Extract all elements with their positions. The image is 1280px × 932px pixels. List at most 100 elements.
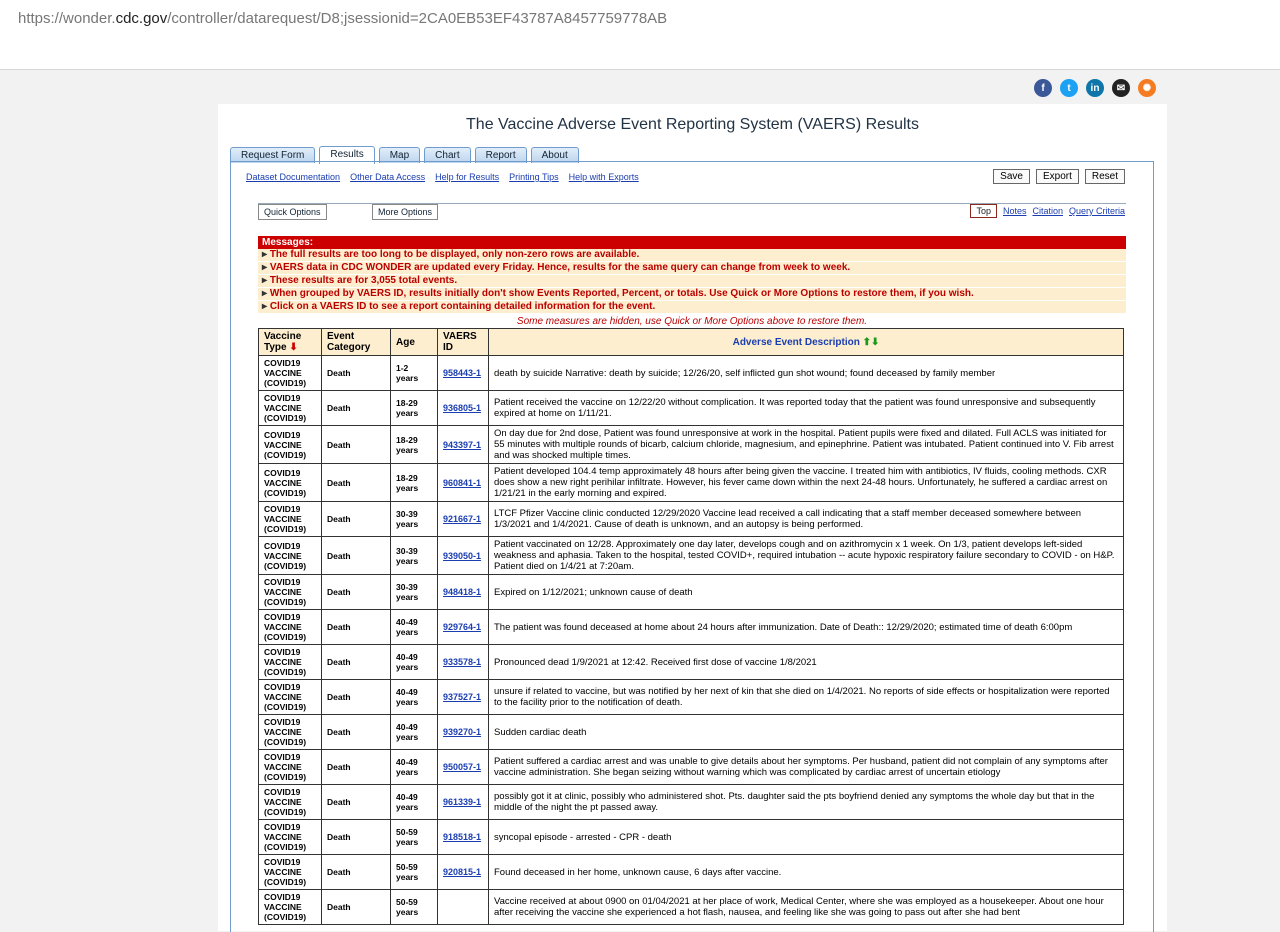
vaers-id-link[interactable]: 943397-1 (443, 440, 481, 450)
header-vaccine-type[interactable]: Vaccine Type ⬇ (258, 328, 322, 356)
link-dataset-documentation[interactable]: Dataset Documentation (246, 172, 340, 182)
table-row: COVID19 VACCINE (COVID19) Death 40-49 year… (258, 714, 1124, 750)
cell-vaccine-type: COVID19 VACCINE (COVID19) (258, 536, 322, 575)
cell-description: syncopal episode - arrested - CPR - deat… (488, 819, 1124, 855)
header-event-category[interactable]: Event Category (321, 328, 391, 356)
cell-vaers-id: 921667-1 (437, 501, 489, 537)
messages-heading: Messages: (258, 236, 1126, 249)
table-row: COVID19 VACCINE (COVID19) Death 18-29 year… (258, 463, 1124, 502)
link-help-for-results[interactable]: Help for Results (435, 172, 499, 182)
table-row: COVID19 VACCINE (COVID19) Death 40-49 year… (258, 679, 1124, 715)
table-row: COVID19 VACCINE (COVID19) Death 50-59 year… (258, 819, 1124, 855)
cell-description: Found deceased in her home, unknown caus… (488, 854, 1124, 890)
query-criteria-link[interactable]: Query Criteria (1069, 206, 1125, 216)
link-printing-tips[interactable]: Printing Tips (509, 172, 559, 182)
cell-event-category: Death (321, 501, 391, 537)
table-row: COVID19 VACCINE (COVID19) Death 40-49 year… (258, 749, 1124, 785)
vaers-id-link[interactable]: 921667-1 (443, 514, 481, 524)
hidden-measures-note: Some measures are hidden, use Quick or M… (516, 316, 868, 327)
cell-vaers-id: 918518-1 (437, 819, 489, 855)
cell-description: death by suicide Narrative: death by sui… (488, 355, 1124, 391)
table-row: COVID19 VACCINE (COVID19) Death 50-59 year… (258, 889, 1124, 925)
table-row: COVID19 VACCINE (COVID19) Death 18-29 year… (258, 390, 1124, 426)
header-description[interactable]: Adverse Event Description ⬆⬇ (488, 328, 1124, 356)
save-button[interactable]: Save (993, 169, 1030, 184)
export-button[interactable]: Export (1035, 169, 1079, 184)
link-other-data-access[interactable]: Other Data Access (350, 172, 425, 182)
cell-event-category: Death (321, 536, 391, 575)
cell-vaers-id: 943397-1 (437, 425, 489, 464)
results-page: The Vaccine Adverse Event Reporting Syst… (218, 104, 1167, 932)
header-vaers-id[interactable]: VAERS ID (437, 328, 489, 356)
table-row: COVID19 VACCINE (COVID19) Death 40-49 year… (258, 644, 1124, 680)
cell-vaers-id: 929764-1 (437, 609, 489, 645)
cell-vaccine-type: COVID19 VACCINE (COVID19) (258, 889, 322, 925)
more-options-button[interactable]: More Options (372, 204, 439, 220)
cell-event-category: Death (321, 679, 391, 715)
header-label: Adverse Event Description (732, 336, 860, 348)
cell-age: 40-49 years (390, 609, 438, 645)
cell-age: 40-49 years (390, 714, 438, 750)
cell-age: 40-49 years (390, 644, 438, 680)
notes-link[interactable]: Notes (1003, 206, 1027, 216)
cell-event-category: Death (321, 425, 391, 464)
cell-vaccine-type: COVID19 VACCINE (COVID19) (258, 390, 322, 426)
header-age[interactable]: Age (390, 328, 438, 356)
vaers-id-link[interactable]: 937527-1 (443, 692, 481, 702)
vaers-id-link[interactable]: 961339-1 (443, 797, 481, 807)
vaers-id-link[interactable]: 950057-1 (443, 762, 481, 772)
action-buttons: Save Export Reset (993, 169, 1125, 184)
vaers-id-link[interactable]: 939270-1 (443, 727, 481, 737)
help-links: Dataset Documentation Other Data Access … (246, 172, 639, 182)
table-row: COVID19 VACCINE (COVID19) Death 1-2 years 9… (258, 355, 1124, 391)
cell-event-category: Death (321, 390, 391, 426)
link-help-with-exports[interactable]: Help with Exports (569, 172, 639, 182)
top-link[interactable]: Top (970, 204, 997, 218)
twitter-icon[interactable]: t (1060, 79, 1078, 97)
vaers-id-link[interactable]: 960841-1 (443, 478, 481, 488)
quick-options-button[interactable]: Quick Options (258, 204, 327, 220)
cell-vaccine-type: COVID19 VACCINE (COVID19) (258, 355, 322, 391)
cell-event-category: Death (321, 819, 391, 855)
message-item: VAERS data in CDC WONDER are updated eve… (258, 262, 1126, 275)
table-header-row: Vaccine Type ⬇ Event Category Age VAERS … (258, 328, 1124, 356)
syndication-icon[interactable]: ✺ (1138, 79, 1156, 97)
facebook-icon[interactable]: f (1034, 79, 1052, 97)
cell-event-category: Death (321, 574, 391, 610)
vaers-id-link[interactable]: 948418-1 (443, 587, 481, 597)
cell-vaccine-type: COVID19 VACCINE (COVID19) (258, 679, 322, 715)
cell-event-category: Death (321, 644, 391, 680)
cell-description: Patient suffered a cardiac arrest and wa… (488, 749, 1124, 785)
cell-event-category: Death (321, 463, 391, 502)
cell-vaers-id: 933578-1 (437, 644, 489, 680)
cell-vaccine-type: COVID19 VACCINE (COVID19) (258, 714, 322, 750)
vaers-id-link[interactable]: 936805-1 (443, 403, 481, 413)
address-bar[interactable]: https://wonder.cdc.gov/controller/datare… (0, 0, 1280, 70)
vaers-id-link[interactable]: 929764-1 (443, 622, 481, 632)
vaers-id-link[interactable]: 958443-1 (443, 368, 481, 378)
vaers-id-link[interactable]: 920815-1 (443, 867, 481, 877)
message-item: When grouped by VAERS ID, results initia… (258, 288, 1126, 301)
cell-vaers-id: 948418-1 (437, 574, 489, 610)
sort-updown-icon[interactable]: ⬆⬇ (863, 337, 880, 348)
table-row: COVID19 VACCINE (COVID19) Death 30-39 year… (258, 574, 1124, 610)
messages-box: Messages: The full results are too long … (258, 236, 1126, 314)
cell-description: Pronounced dead 1/9/2021 at 12:42. Recei… (488, 644, 1124, 680)
cell-vaers-id (437, 889, 489, 925)
url-prefix: https://wonder. (18, 10, 116, 27)
vaers-id-link[interactable]: 933578-1 (443, 657, 481, 667)
message-item: The full results are too long to be disp… (258, 249, 1126, 262)
cell-description: The patient was found deceased at home a… (488, 609, 1124, 645)
sort-down-icon[interactable]: ⬇ (289, 342, 297, 353)
cell-description: Patient vaccinated on 12/28. Approximate… (488, 536, 1124, 575)
cell-age: 30-39 years (390, 536, 438, 575)
vaers-id-link[interactable]: 918518-1 (443, 832, 481, 842)
cell-description: unsure if related to vaccine, but was no… (488, 679, 1124, 715)
vaers-id-link[interactable]: 939050-1 (443, 551, 481, 561)
linkedin-icon[interactable]: in (1086, 79, 1104, 97)
email-icon[interactable]: ✉ (1112, 79, 1130, 97)
cell-age: 40-49 years (390, 679, 438, 715)
reset-button[interactable]: Reset (1084, 169, 1125, 184)
cell-age: 18-29 years (390, 425, 438, 464)
citation-link[interactable]: Citation (1032, 206, 1063, 216)
